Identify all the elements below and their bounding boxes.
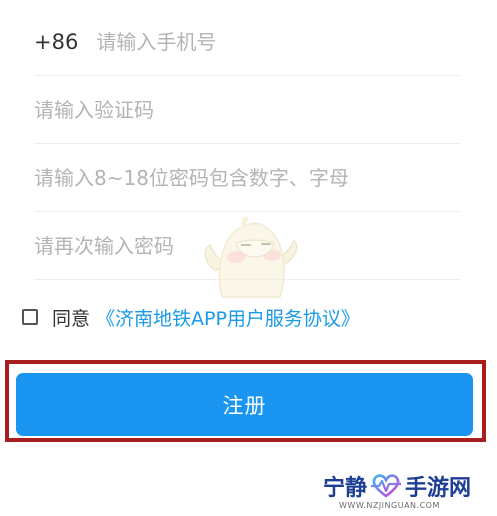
phone-field-row: +86 [34, 8, 460, 76]
register-button[interactable]: 注册 [16, 373, 473, 436]
verification-code-field-row [34, 76, 460, 144]
heartbeat-heart-icon [371, 474, 402, 498]
chick-mascot-icon [204, 216, 298, 298]
watermark-title-right: 手游网 [405, 476, 472, 501]
password-input[interactable] [34, 165, 460, 190]
country-code[interactable]: +86 [34, 30, 78, 54]
watermark: 宁静 手游网 WWW.NZJINGUAN.COM [323, 470, 493, 514]
agreement-link[interactable]: 《济南地铁APP用户服务协议》 [96, 304, 360, 331]
password-field-row [34, 144, 460, 212]
watermark-domain: WWW.NZJINGUAN.COM [339, 501, 440, 510]
watermark-title: 宁静 手游网 [323, 470, 471, 502]
watermark-title-left: 宁静 [323, 476, 368, 501]
phone-input[interactable] [96, 29, 460, 54]
agreement-label: 同意 [52, 307, 91, 330]
agreement-row: 同意 《济南地铁APP用户服务协议》 [22, 302, 360, 332]
agreement-checkbox[interactable] [22, 309, 38, 325]
verification-code-input[interactable] [34, 97, 460, 122]
